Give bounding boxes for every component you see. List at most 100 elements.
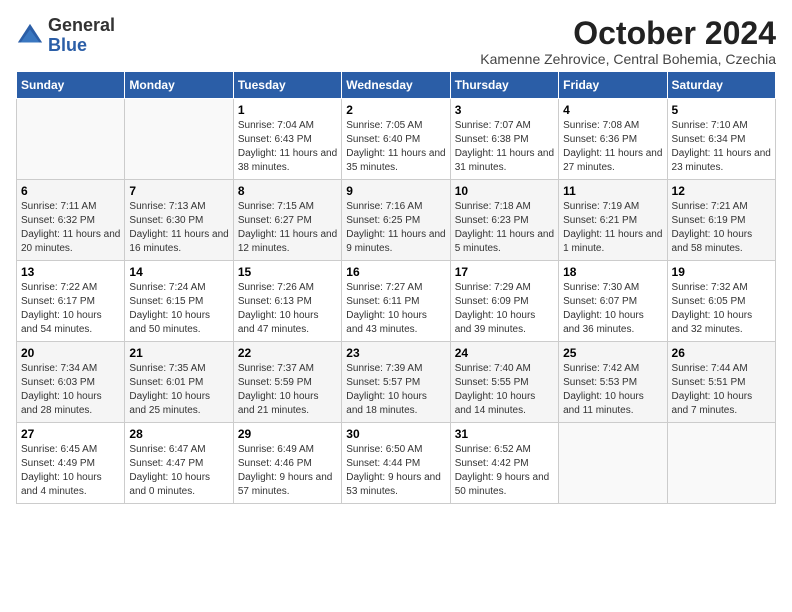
day-number: 17 xyxy=(455,265,554,279)
day-info: Sunrise: 6:45 AM Sunset: 4:49 PM Dayligh… xyxy=(21,443,120,499)
day-info: Sunrise: 6:49 AM Sunset: 4:46 PM Dayligh… xyxy=(238,443,337,499)
day-info: Sunrise: 7:44 AM Sunset: 5:51 PM Dayligh… xyxy=(672,362,771,418)
weekday-header-row: SundayMondayTuesdayWednesdayThursdayFrid… xyxy=(17,72,776,99)
calendar-cell: 26 Sunrise: 7:44 AM Sunset: 5:51 PM Dayli… xyxy=(667,342,775,423)
day-number: 10 xyxy=(455,184,554,198)
day-info: Sunrise: 7:08 AM Sunset: 6:36 PM Dayligh… xyxy=(563,119,662,175)
weekday-header: Friday xyxy=(559,72,667,99)
day-info: Sunrise: 7:27 AM Sunset: 6:11 PM Dayligh… xyxy=(346,281,445,337)
day-info: Sunrise: 6:52 AM Sunset: 4:42 PM Dayligh… xyxy=(455,443,554,499)
day-number: 19 xyxy=(672,265,771,279)
day-number: 14 xyxy=(129,265,228,279)
day-number: 13 xyxy=(21,265,120,279)
calendar-cell: 13 Sunrise: 7:22 AM Sunset: 6:17 PM Dayli… xyxy=(17,261,125,342)
calendar-cell: 29 Sunrise: 6:49 AM Sunset: 4:46 PM Dayli… xyxy=(233,423,341,504)
day-number: 3 xyxy=(455,103,554,117)
day-number: 28 xyxy=(129,427,228,441)
calendar-cell: 6 Sunrise: 7:11 AM Sunset: 6:32 PM Daylig… xyxy=(17,180,125,261)
logo-general: General xyxy=(48,15,115,35)
day-number: 18 xyxy=(563,265,662,279)
day-info: Sunrise: 7:32 AM Sunset: 6:05 PM Dayligh… xyxy=(672,281,771,337)
day-info: Sunrise: 7:13 AM Sunset: 6:30 PM Dayligh… xyxy=(129,200,228,256)
day-info: Sunrise: 7:30 AM Sunset: 6:07 PM Dayligh… xyxy=(563,281,662,337)
calendar-week-row: 27Sunrise: 6:45 AM Sunset: 4:49 PM Dayli… xyxy=(17,423,776,504)
day-number: 31 xyxy=(455,427,554,441)
calendar-week-row: 1 Sunrise: 7:04 AM Sunset: 6:43 PM Daylig… xyxy=(17,99,776,180)
day-number: 21 xyxy=(129,346,228,360)
day-info: Sunrise: 7:39 AM Sunset: 5:57 PM Dayligh… xyxy=(346,362,445,418)
day-number: 8 xyxy=(238,184,337,198)
weekday-header: Sunday xyxy=(17,72,125,99)
day-number: 15 xyxy=(238,265,337,279)
day-number: 25 xyxy=(563,346,662,360)
calendar-week-row: 20 Sunrise: 7:34 AM Sunset: 6:03 PM Dayli… xyxy=(17,342,776,423)
day-info: Sunrise: 7:18 AM Sunset: 6:23 PM Dayligh… xyxy=(455,200,554,256)
day-info: Sunrise: 7:07 AM Sunset: 6:38 PM Dayligh… xyxy=(455,119,554,175)
day-info: Sunrise: 7:34 AM Sunset: 6:03 PM Dayligh… xyxy=(21,362,120,418)
calendar-cell: 15 Sunrise: 7:26 AM Sunset: 6:13 PM Dayli… xyxy=(233,261,341,342)
day-number: 29 xyxy=(238,427,337,441)
day-number: 20 xyxy=(21,346,120,360)
day-info: Sunrise: 7:22 AM Sunset: 6:17 PM Dayligh… xyxy=(21,281,120,337)
calendar-cell: 4Sunrise: 7:08 AM Sunset: 6:36 PM Daylig… xyxy=(559,99,667,180)
calendar-cell: 12 Sunrise: 7:21 AM Sunset: 6:19 PM Dayli… xyxy=(667,180,775,261)
day-number: 26 xyxy=(672,346,771,360)
day-info: Sunrise: 7:26 AM Sunset: 6:13 PM Dayligh… xyxy=(238,281,337,337)
day-info: Sunrise: 7:24 AM Sunset: 6:15 PM Dayligh… xyxy=(129,281,228,337)
calendar-cell: 11 Sunrise: 7:19 AM Sunset: 6:21 PM Dayli… xyxy=(559,180,667,261)
calendar-cell: 9 Sunrise: 7:16 AM Sunset: 6:25 PM Daylig… xyxy=(342,180,450,261)
day-info: Sunrise: 7:10 AM Sunset: 6:34 PM Dayligh… xyxy=(672,119,771,175)
weekday-header: Saturday xyxy=(667,72,775,99)
day-info: Sunrise: 7:35 AM Sunset: 6:01 PM Dayligh… xyxy=(129,362,228,418)
day-number: 7 xyxy=(129,184,228,198)
day-number: 11 xyxy=(563,184,662,198)
day-number: 2 xyxy=(346,103,445,117)
calendar-cell: 23 Sunrise: 7:39 AM Sunset: 5:57 PM Dayli… xyxy=(342,342,450,423)
calendar-cell: 20 Sunrise: 7:34 AM Sunset: 6:03 PM Dayli… xyxy=(17,342,125,423)
day-info: Sunrise: 7:16 AM Sunset: 6:25 PM Dayligh… xyxy=(346,200,445,256)
day-info: Sunrise: 7:15 AM Sunset: 6:27 PM Dayligh… xyxy=(238,200,337,256)
calendar-cell: 22Sunrise: 7:37 AM Sunset: 5:59 PM Dayli… xyxy=(233,342,341,423)
page-header: General Blue October 2024 Kamenne Zehrov… xyxy=(16,16,776,67)
calendar-cell: 14 Sunrise: 7:24 AM Sunset: 6:15 PM Dayli… xyxy=(125,261,233,342)
calendar-cell: 10 Sunrise: 7:18 AM Sunset: 6:23 PM Dayli… xyxy=(450,180,558,261)
calendar-cell: 1 Sunrise: 7:04 AM Sunset: 6:43 PM Daylig… xyxy=(233,99,341,180)
calendar-cell: 21 Sunrise: 7:35 AM Sunset: 6:01 PM Dayli… xyxy=(125,342,233,423)
day-info: Sunrise: 7:40 AM Sunset: 5:55 PM Dayligh… xyxy=(455,362,554,418)
day-number: 5 xyxy=(672,103,771,117)
calendar-week-row: 6 Sunrise: 7:11 AM Sunset: 6:32 PM Daylig… xyxy=(17,180,776,261)
day-info: Sunrise: 7:11 AM Sunset: 6:32 PM Dayligh… xyxy=(21,200,120,256)
weekday-header: Wednesday xyxy=(342,72,450,99)
logo-text: General Blue xyxy=(48,16,115,56)
day-info: Sunrise: 7:37 AM Sunset: 5:59 PM Dayligh… xyxy=(238,362,337,418)
day-number: 6 xyxy=(21,184,120,198)
weekday-header: Tuesday xyxy=(233,72,341,99)
calendar-cell: 8 Sunrise: 7:15 AM Sunset: 6:27 PM Daylig… xyxy=(233,180,341,261)
day-info: Sunrise: 7:04 AM Sunset: 6:43 PM Dayligh… xyxy=(238,119,337,175)
day-number: 23 xyxy=(346,346,445,360)
calendar-cell: 27Sunrise: 6:45 AM Sunset: 4:49 PM Dayli… xyxy=(17,423,125,504)
calendar-cell: 24 Sunrise: 7:40 AM Sunset: 5:55 PM Dayli… xyxy=(450,342,558,423)
month-title: October 2024 xyxy=(480,16,776,51)
day-number: 24 xyxy=(455,346,554,360)
day-number: 9 xyxy=(346,184,445,198)
day-info: Sunrise: 7:42 AM Sunset: 5:53 PM Dayligh… xyxy=(563,362,662,418)
calendar-cell: 28 Sunrise: 6:47 AM Sunset: 4:47 PM Dayli… xyxy=(125,423,233,504)
weekday-header: Thursday xyxy=(450,72,558,99)
calendar-cell xyxy=(559,423,667,504)
day-number: 1 xyxy=(238,103,337,117)
day-info: Sunrise: 7:29 AM Sunset: 6:09 PM Dayligh… xyxy=(455,281,554,337)
calendar-cell xyxy=(667,423,775,504)
calendar-cell: 31 Sunrise: 6:52 AM Sunset: 4:42 PM Dayli… xyxy=(450,423,558,504)
day-number: 12 xyxy=(672,184,771,198)
day-info: Sunrise: 6:47 AM Sunset: 4:47 PM Dayligh… xyxy=(129,443,228,499)
day-info: Sunrise: 7:19 AM Sunset: 6:21 PM Dayligh… xyxy=(563,200,662,256)
logo-icon xyxy=(16,22,44,50)
calendar-cell: 18 Sunrise: 7:30 AM Sunset: 6:07 PM Dayli… xyxy=(559,261,667,342)
day-info: Sunrise: 6:50 AM Sunset: 4:44 PM Dayligh… xyxy=(346,443,445,499)
calendar-table: SundayMondayTuesdayWednesdayThursdayFrid… xyxy=(16,71,776,504)
calendar-cell: 30Sunrise: 6:50 AM Sunset: 4:44 PM Dayli… xyxy=(342,423,450,504)
day-info: Sunrise: 7:21 AM Sunset: 6:19 PM Dayligh… xyxy=(672,200,771,256)
day-info: Sunrise: 7:05 AM Sunset: 6:40 PM Dayligh… xyxy=(346,119,445,175)
weekday-header: Monday xyxy=(125,72,233,99)
